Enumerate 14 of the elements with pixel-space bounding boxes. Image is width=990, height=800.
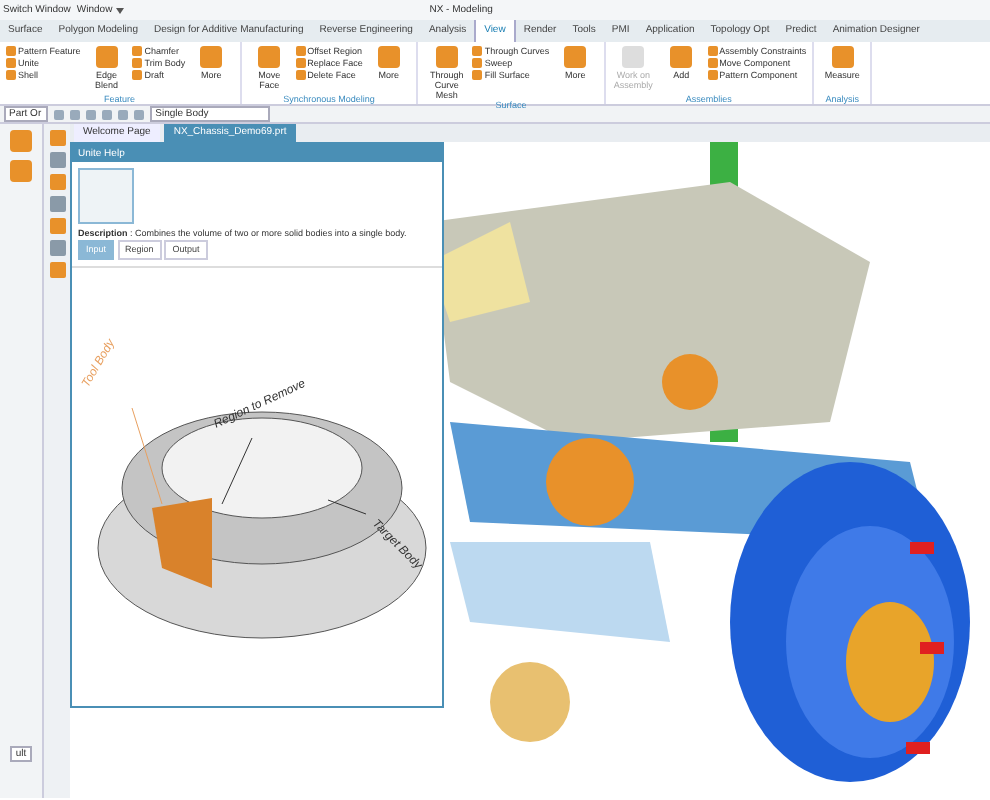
tool-icon — [258, 45, 281, 67]
thumbnail-image — [78, 168, 134, 224]
tool-icon — [831, 45, 854, 67]
tool-icon — [435, 45, 458, 67]
tool-icon — [622, 45, 645, 67]
tool-icon — [95, 45, 118, 67]
leader-line — [327, 499, 367, 515]
tool-icon — [670, 45, 693, 67]
tool-icon — [200, 45, 223, 67]
leader-line — [221, 437, 253, 505]
tool-icon — [564, 45, 587, 67]
tool-icon — [377, 45, 400, 67]
caret-icon[interactable] — [115, 7, 124, 13]
leader-line — [131, 407, 163, 505]
